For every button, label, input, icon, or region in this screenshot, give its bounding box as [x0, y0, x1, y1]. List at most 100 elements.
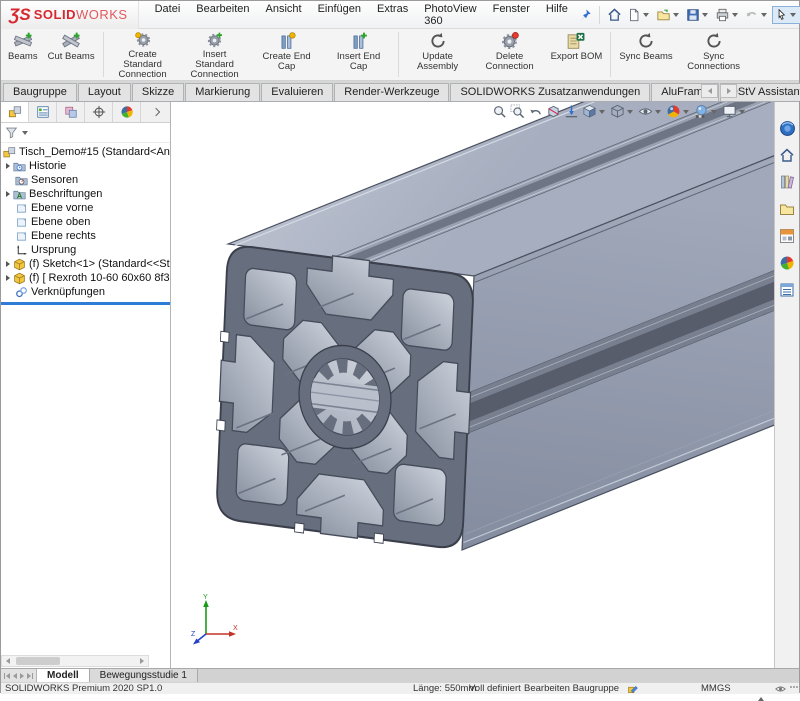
- tab-display-manager[interactable]: [113, 102, 141, 122]
- create-standard-connection-button[interactable]: Create Standard Connection: [107, 29, 179, 80]
- tab-property-manager[interactable]: [29, 102, 57, 122]
- aluminum-profile-model[interactable]: [171, 102, 774, 668]
- previous-view-button[interactable]: [527, 103, 544, 120]
- section-view-button[interactable]: [545, 103, 562, 120]
- pin-icon[interactable]: [576, 6, 594, 24]
- tab-zusatzanwendungen[interactable]: SOLIDWORKS Zusatzanwendungen: [450, 83, 650, 101]
- tree-item-ebene-vorne[interactable]: Ebene vorne: [1, 201, 170, 215]
- dropdown-caret[interactable]: [643, 13, 649, 17]
- design-library-button[interactable]: [777, 172, 797, 192]
- filter-funnel-icon[interactable]: [5, 126, 18, 139]
- view-palette-button[interactable]: [777, 226, 797, 246]
- resize-grip[interactable]: [790, 686, 798, 688]
- scrollbar-thumb[interactable]: [16, 657, 60, 665]
- print-button[interactable]: [713, 6, 742, 24]
- tab-render-werkzeuge[interactable]: Render-Werkzeuge: [334, 83, 449, 101]
- dropdown-caret[interactable]: [739, 110, 745, 114]
- menu-extras[interactable]: Extras: [369, 0, 416, 31]
- tab-feature-manager[interactable]: [1, 102, 29, 122]
- units-selector[interactable]: MMGS: [701, 683, 731, 694]
- hide-show-items-button[interactable]: [637, 103, 664, 120]
- undo-button[interactable]: [743, 6, 771, 24]
- tree-item-rexroth-profile[interactable]: (f) [ Rexroth 10-60 60x60 8f3da8bc: [1, 271, 170, 285]
- new-document-button[interactable]: [625, 6, 653, 24]
- tree-item-ebene-oben[interactable]: Ebene oben: [1, 215, 170, 229]
- zoom-to-fit-button[interactable]: [491, 103, 508, 120]
- tab-skizze[interactable]: Skizze: [132, 83, 184, 101]
- tab-evaluieren[interactable]: Evaluieren: [261, 83, 333, 101]
- dropdown-caret[interactable]: [673, 13, 679, 17]
- tree-item-sensoren[interactable]: Sensoren: [1, 173, 170, 187]
- expander-icon[interactable]: [3, 261, 13, 267]
- view-settings-button[interactable]: [721, 103, 748, 120]
- select-tool-button[interactable]: [772, 6, 800, 24]
- tab-baugruppe[interactable]: Baugruppe: [3, 83, 77, 101]
- dropdown-caret[interactable]: [655, 110, 661, 114]
- tree-item-verknuepfungen[interactable]: Verknüpfungen: [1, 285, 170, 299]
- tab-layout[interactable]: Layout: [78, 83, 131, 101]
- previous-tab-button[interactable]: [13, 673, 17, 679]
- open-button[interactable]: [654, 6, 683, 24]
- dropdown-caret[interactable]: [790, 13, 796, 17]
- next-tab-button[interactable]: [20, 673, 24, 679]
- export-bom-button[interactable]: Export BOM: [546, 29, 608, 80]
- beams-button[interactable]: Beams: [3, 29, 43, 80]
- menu-bearbeiten[interactable]: Bearbeiten: [188, 0, 257, 31]
- tab-dimxpert-manager[interactable]: [85, 102, 113, 122]
- update-assembly-button[interactable]: Update Assembly: [402, 29, 474, 80]
- tab-configuration-manager[interactable]: [57, 102, 85, 122]
- zoom-to-area-button[interactable]: [509, 103, 526, 120]
- last-tab-button[interactable]: [27, 673, 33, 679]
- edit-appearance-button[interactable]: [665, 103, 692, 120]
- dropdown-caret[interactable]: [761, 13, 767, 17]
- task-pane-home-button[interactable]: [777, 145, 797, 165]
- dropdown-caret[interactable]: [599, 110, 605, 114]
- home-button[interactable]: [605, 5, 624, 24]
- tree-item-ebene-rechts[interactable]: Ebene rechts: [1, 229, 170, 243]
- sync-beams-button[interactable]: Sync Beams: [614, 29, 677, 80]
- cut-beams-button[interactable]: Cut Beams: [43, 29, 100, 80]
- panel-horizontal-scrollbar[interactable]: [1, 655, 149, 667]
- menu-fenster[interactable]: Fenster: [485, 0, 538, 31]
- appearances-scenes-button[interactable]: [777, 253, 797, 273]
- tab-bewegungsstudie[interactable]: Bewegungsstudie 1: [90, 669, 198, 682]
- menu-photoview[interactable]: PhotoView 360: [416, 0, 484, 31]
- expander-icon[interactable]: [3, 191, 13, 197]
- menu-einfuegen[interactable]: Einfügen: [310, 0, 369, 31]
- graphics-viewport[interactable]: Y X Z: [171, 102, 774, 668]
- create-end-cap-button[interactable]: Create End Cap: [251, 29, 323, 80]
- save-button[interactable]: [684, 6, 712, 24]
- panel-tab-overflow-button[interactable]: [141, 102, 170, 122]
- tab-scroll-right-button[interactable]: [720, 84, 737, 98]
- dropdown-caret[interactable]: [627, 110, 633, 114]
- tab-scroll-left-button[interactable]: [701, 84, 718, 98]
- menu-hilfe[interactable]: Hilfe: [538, 0, 576, 31]
- expander-icon[interactable]: [3, 275, 13, 281]
- units-caret-icon[interactable]: [758, 686, 764, 697]
- tree-item-beschriftungen[interactable]: Beschriftungen: [1, 187, 170, 201]
- dropdown-caret[interactable]: [711, 110, 717, 114]
- first-tab-button[interactable]: [4, 673, 10, 679]
- filter-dropdown-caret[interactable]: [22, 131, 28, 135]
- dropdown-caret[interactable]: [732, 13, 738, 17]
- tree-item-historie[interactable]: Historie: [1, 159, 170, 173]
- file-explorer-button[interactable]: [777, 199, 797, 219]
- dropdown-caret[interactable]: [702, 13, 708, 17]
- tab-modell[interactable]: Modell: [37, 669, 90, 682]
- tab-markierung[interactable]: Markierung: [185, 83, 260, 101]
- insert-end-cap-button[interactable]: Insert End Cap: [323, 29, 395, 80]
- display-style-button[interactable]: [609, 103, 636, 120]
- menu-ansicht[interactable]: Ansicht: [258, 0, 310, 31]
- custom-properties-button[interactable]: [777, 280, 797, 300]
- tree-item-sketch[interactable]: (f) Sketch<1> (Standard<<Standa: [1, 257, 170, 271]
- apply-scene-button[interactable]: [693, 103, 720, 120]
- expander-icon[interactable]: [3, 163, 13, 169]
- delete-connection-button[interactable]: Delete Connection: [474, 29, 546, 80]
- scroll-right-button[interactable]: [136, 656, 148, 666]
- dropdown-caret[interactable]: [683, 110, 689, 114]
- normal-to-button[interactable]: [563, 103, 580, 120]
- solidworks-resources-button[interactable]: [777, 118, 797, 138]
- menu-datei[interactable]: Datei: [147, 0, 189, 31]
- sync-connections-button[interactable]: Sync Connections: [678, 29, 750, 80]
- tree-root[interactable]: Tisch_Demo#15 (Standard<Anzeigest: [1, 145, 170, 159]
